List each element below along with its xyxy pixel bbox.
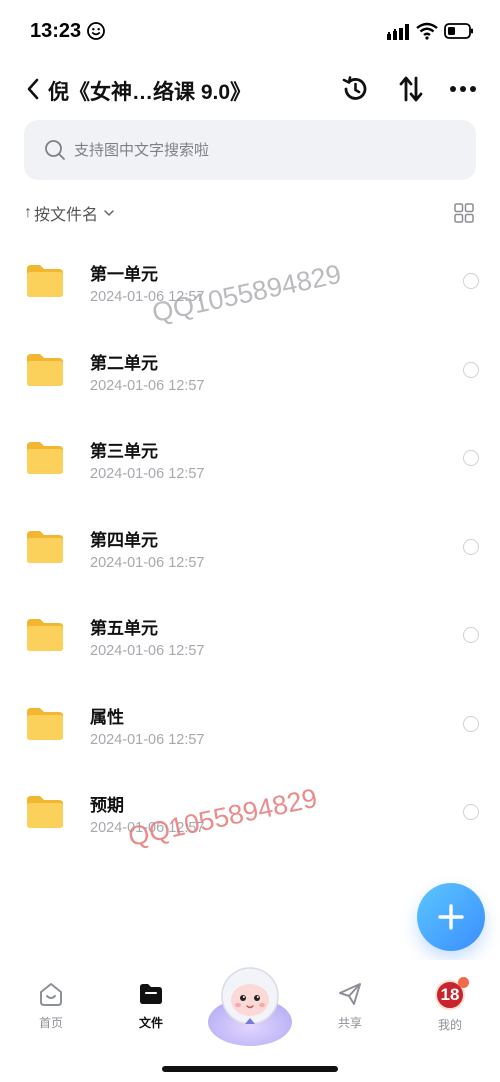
folder-icon	[27, 442, 63, 474]
smiley-icon	[87, 22, 105, 40]
sort-arrows-icon	[399, 76, 423, 102]
history-icon	[342, 76, 367, 100]
folder-icon	[27, 619, 63, 651]
nav-mine-label: 我的	[437, 1018, 462, 1032]
folder-icon	[27, 265, 63, 297]
select-radio[interactable]	[463, 715, 479, 732]
file-date: 2024-01-06 12:57	[90, 466, 205, 482]
folder-icon	[27, 353, 63, 386]
nav-mine[interactable]: 18 我的	[420, 977, 480, 1040]
search-box[interactable]	[24, 120, 476, 180]
select-radio[interactable]	[463, 804, 479, 820]
sort-direction-icon: ↑	[24, 204, 32, 221]
more-dots-icon	[450, 86, 476, 92]
search-icon	[45, 140, 65, 160]
file-date: 2024-01-06 12:57	[90, 377, 205, 394]
status-time: 13:23	[30, 20, 82, 42]
file-date: 2024-01-06 12:57	[90, 554, 205, 571]
search-input[interactable]	[74, 134, 454, 166]
avatar-text: 18	[440, 985, 460, 1004]
avatar: 18	[435, 977, 469, 1010]
home-indicator	[162, 1066, 338, 1072]
file-name: 第五单元	[90, 619, 158, 638]
add-button[interactable]	[417, 883, 485, 951]
wifi-icon	[416, 22, 438, 40]
nav-home[interactable]: 首页	[21, 980, 81, 1040]
file-name: 第二单元	[90, 353, 158, 373]
list-item[interactable]: 第二单元 2024-01-06 12:57	[0, 327, 500, 416]
folder-icon	[27, 530, 63, 563]
mascot-icon[interactable]	[205, 960, 295, 1050]
back-button[interactable]	[20, 74, 46, 104]
header: 倪《女神…络课 9.0》	[0, 62, 500, 116]
signal-icon	[387, 24, 409, 40]
folder-icon	[27, 796, 63, 828]
file-name: 第三单元	[90, 442, 158, 461]
nav-home-label: 首页	[38, 1016, 63, 1030]
nav-share[interactable]: 共享	[320, 980, 380, 1040]
folder-icon	[140, 984, 162, 1004]
select-radio[interactable]	[463, 450, 479, 466]
nav-share-label: 共享	[337, 1016, 362, 1030]
chevron-down-icon	[104, 210, 114, 216]
select-radio[interactable]	[463, 538, 479, 555]
sort-label: ↑ 按文件名	[24, 201, 115, 225]
status-bar: 13:23	[0, 0, 500, 62]
file-name: 预期	[90, 796, 124, 815]
sort-selector[interactable]: ↑ 按文件名	[24, 200, 115, 226]
nav-files-label: 文件	[138, 1016, 163, 1030]
folder-icon	[27, 707, 63, 740]
list-item[interactable]: 第五单元 2024-01-06 12:57	[0, 592, 500, 681]
grid-view-icon[interactable]	[454, 203, 474, 223]
sort-label-text: 按文件名	[34, 207, 99, 224]
send-icon	[339, 983, 361, 1005]
file-date: 2024-01-06 12:57	[90, 643, 205, 659]
list-item[interactable]: 第三单元 2024-01-06 12:57	[0, 415, 500, 504]
file-name: 第四单元	[90, 530, 158, 550]
more-button[interactable]	[448, 74, 478, 104]
history-button[interactable]	[340, 74, 370, 104]
file-name: 属性	[90, 707, 124, 727]
sort-order-button[interactable]	[396, 74, 426, 104]
plus-icon	[438, 904, 464, 930]
list-item[interactable]: 属性 2024-01-06 12:57	[0, 681, 500, 770]
select-radio[interactable]	[463, 273, 479, 289]
select-radio[interactable]	[463, 627, 479, 643]
home-icon	[40, 983, 62, 1006]
chevron-left-icon	[27, 78, 39, 100]
page-title: 倪《女神…络课 9.0》	[48, 81, 252, 104]
file-date: 2024-01-06 12:57	[90, 731, 205, 748]
notification-dot	[458, 977, 469, 988]
nav-files[interactable]: 文件	[121, 980, 181, 1040]
bottom-nav: 首页 文件 共享 18 我的	[0, 960, 500, 1082]
select-radio[interactable]	[463, 361, 479, 378]
file-list: 第一单元 2024-01-06 12:57 第二单元 2024-01-06 12…	[0, 238, 500, 858]
list-item[interactable]: 第四单元 2024-01-06 12:57	[0, 504, 500, 593]
file-name: 第一单元	[90, 265, 158, 284]
battery-icon	[444, 23, 473, 39]
